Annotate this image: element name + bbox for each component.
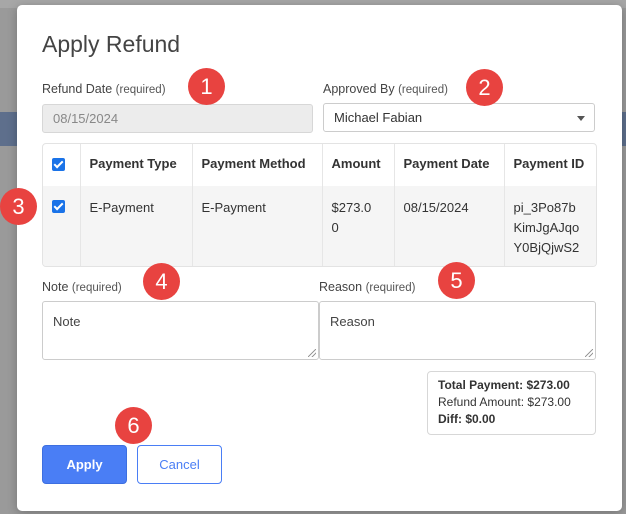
table-row: E-Payment E-Payment $273.0 0 08/15/2024 … bbox=[43, 186, 596, 266]
select-all-cell bbox=[43, 144, 81, 186]
reason-placeholder: Reason bbox=[330, 314, 375, 329]
table-header-row: Payment Type Payment Method Amount Payme… bbox=[43, 144, 596, 186]
refund-date-required-tag: (required) bbox=[115, 84, 166, 96]
payment-id-line: pi_3Po87b bbox=[513, 200, 576, 215]
note-required-tag: (required) bbox=[71, 282, 122, 294]
cell-payment-date: 08/15/2024 bbox=[394, 186, 505, 266]
column-header-amount: Amount bbox=[322, 144, 395, 186]
caret-down-icon bbox=[577, 116, 585, 121]
resize-grip-icon[interactable] bbox=[585, 349, 593, 357]
callout-badge-5: 5 bbox=[438, 262, 475, 299]
callout-badge-2: 2 bbox=[466, 69, 503, 106]
approved-by-required-tag: (required) bbox=[398, 84, 448, 96]
amount-line: 0 bbox=[331, 220, 339, 235]
reason-label-text: Reason bbox=[319, 280, 363, 294]
refund-amount-text: Refund Amount: $273.00 bbox=[438, 395, 571, 409]
apply-button[interactable]: Apply bbox=[42, 445, 127, 484]
select-all-checkbox[interactable] bbox=[52, 158, 65, 171]
approved-by-value: Michael Fabian bbox=[334, 110, 423, 125]
payment-id-line: Y0BjQjwS2 bbox=[513, 240, 580, 255]
column-header-payment-id: Payment ID bbox=[513, 156, 585, 171]
total-payment-text: Total Payment: $273.00 bbox=[438, 378, 570, 392]
approved-by-label: Approved By (required) bbox=[323, 82, 448, 96]
callout-badge-3: 3 bbox=[0, 188, 37, 225]
refund-date-field[interactable]: 08/15/2024 bbox=[42, 104, 313, 133]
payments-table: Payment Type Payment Method Amount Payme… bbox=[42, 143, 597, 267]
refund-date-label-text: Refund Date bbox=[42, 82, 113, 96]
note-textarea[interactable]: Note bbox=[42, 301, 319, 360]
reason-label: Reason (required) bbox=[319, 280, 415, 294]
column-header-payment-method: Payment Method bbox=[192, 144, 323, 186]
callout-badge-6: 6 bbox=[115, 407, 152, 444]
refund-date-label: Refund Date (required) bbox=[42, 82, 166, 96]
cell-payment-type: E-Payment bbox=[80, 186, 193, 266]
row-checkbox[interactable] bbox=[52, 200, 65, 213]
cancel-button[interactable]: Cancel bbox=[137, 445, 222, 484]
payment-id-line: KimJgAJqo bbox=[513, 220, 580, 235]
reason-textarea[interactable]: Reason bbox=[319, 301, 596, 360]
callout-badge-1: 1 bbox=[188, 68, 225, 105]
amount-line: $273.0 bbox=[331, 200, 372, 215]
reason-required-tag: (required) bbox=[365, 282, 416, 294]
column-header-payment-type: Payment Type bbox=[80, 144, 193, 186]
column-header-payment-date: Payment Date bbox=[394, 144, 505, 186]
dialog-title: Apply Refund bbox=[42, 31, 181, 57]
resize-grip-icon[interactable] bbox=[308, 349, 316, 357]
note-placeholder: Note bbox=[53, 314, 81, 329]
note-label: Note (required) bbox=[42, 280, 122, 294]
note-label-text: Note bbox=[42, 280, 69, 294]
refund-summary-box: Total Payment: $273.00 Refund Amount: $2… bbox=[427, 371, 596, 435]
apply-refund-dialog: Apply Refund Refund Date (required) 08/1… bbox=[17, 5, 622, 511]
cell-amount: $273.0 0 bbox=[322, 186, 395, 266]
row-select-cell bbox=[43, 186, 81, 266]
cell-payment-method: E-Payment bbox=[192, 186, 323, 266]
refund-date-value: 08/15/2024 bbox=[53, 111, 119, 126]
approved-by-select[interactable]: Michael Fabian bbox=[323, 103, 595, 132]
approved-by-label-text: Approved By bbox=[323, 82, 395, 96]
diff-text: Diff: $0.00 bbox=[438, 412, 496, 426]
cell-payment-id: pi_3Po87b KimJgAJqo Y0BjQjwS2 bbox=[504, 186, 596, 266]
callout-badge-4: 4 bbox=[143, 263, 180, 300]
